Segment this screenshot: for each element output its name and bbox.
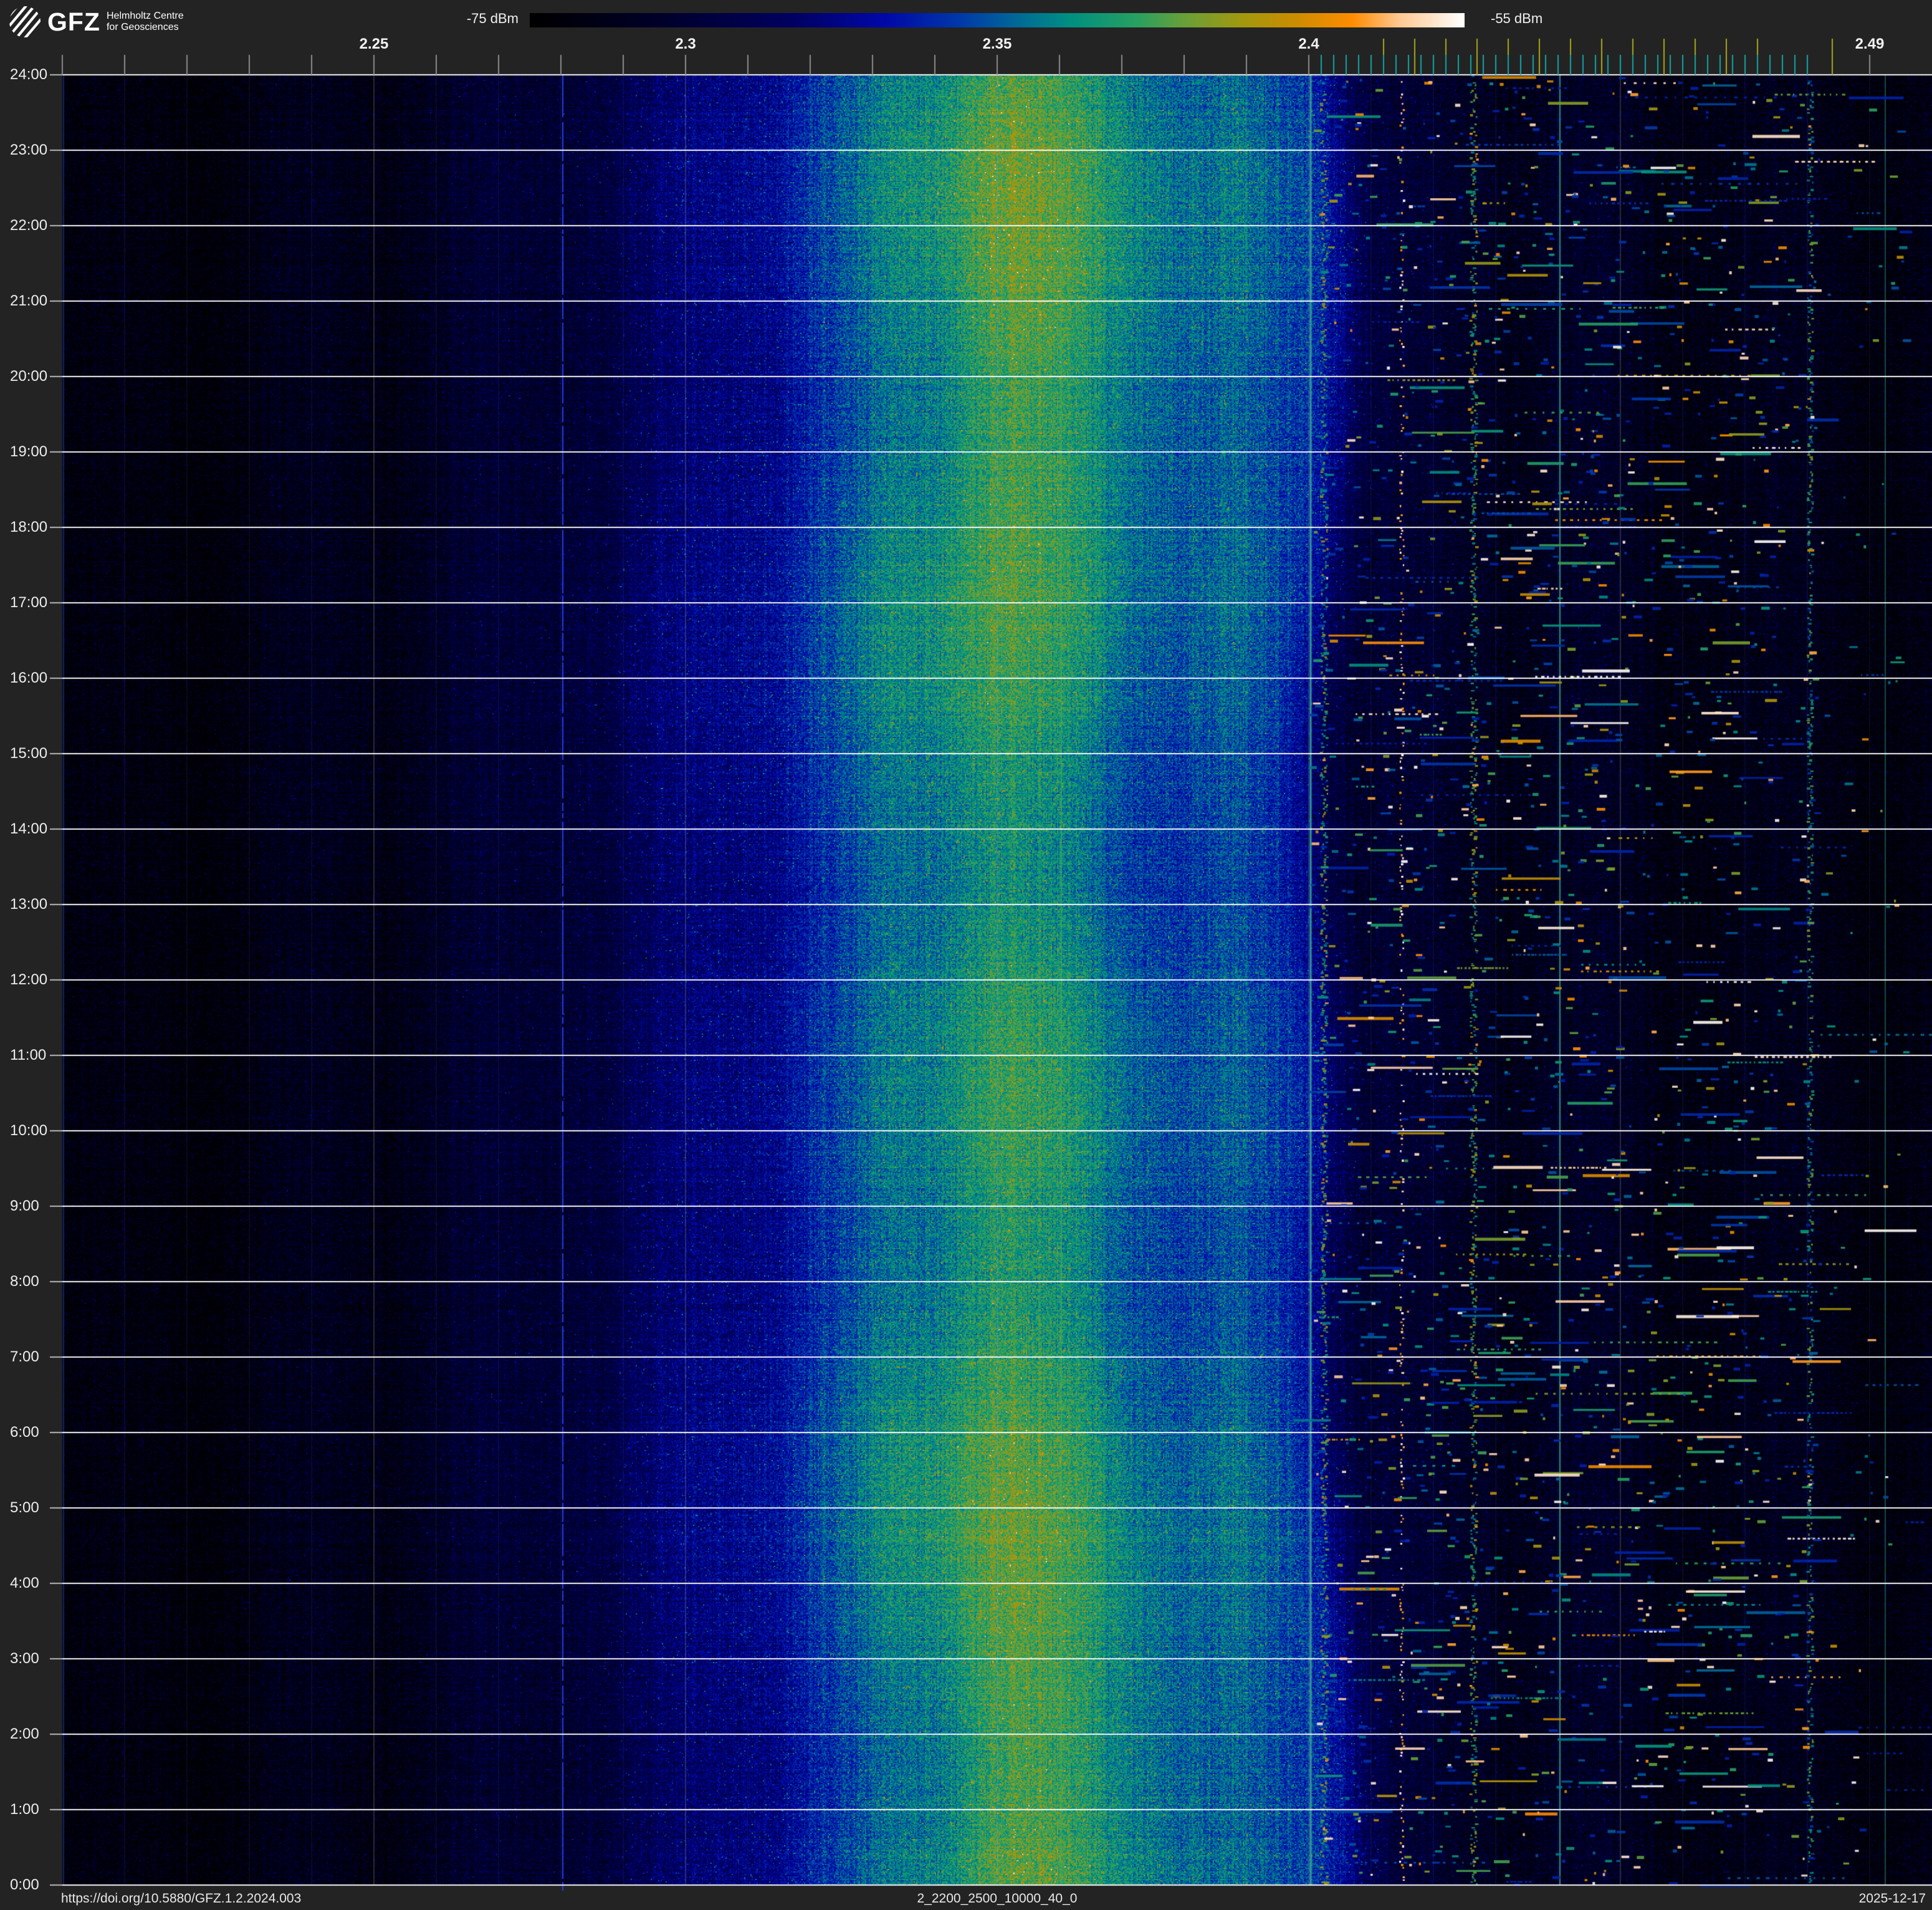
- logo-name-text: Helmholtz Centre for Geosciences: [107, 11, 184, 33]
- freq-axis-label: 2.49: [1855, 36, 1885, 52]
- colorbar-gradient: [530, 13, 1465, 27]
- time-axis-label: 20:00: [10, 368, 48, 385]
- time-axis-label: 17:00: [10, 594, 48, 611]
- time-axis-label: 0:00: [10, 1876, 39, 1893]
- freq-axis-label: 2.25: [359, 36, 389, 52]
- time-axis-label: 4:00: [10, 1575, 39, 1591]
- footer-dataset-id: 2_2200_2500_10000_40_0: [917, 1891, 1078, 1906]
- time-axis-label: 2:00: [10, 1725, 39, 1742]
- time-axis-label: 11:00: [10, 1047, 47, 1063]
- gfz-logo: GFZ Helmholtz Centre for Geosciences: [9, 6, 184, 38]
- colorbar-max-label: -55 dBm: [1491, 11, 1543, 26]
- spectrogram-app: GFZ Helmholtz Centre for Geosciences -75…: [0, 0, 1932, 1910]
- logo-org-text: GFZ: [47, 7, 100, 36]
- time-axis-label: 22:00: [10, 217, 48, 234]
- time-axis-label: 23:00: [10, 142, 48, 158]
- freq-axis-label: 2.4: [1298, 36, 1319, 52]
- spectrogram-canvas: [0, 0, 1932, 1910]
- logo-name-line2: for Geosciences: [106, 22, 179, 32]
- time-axis-label: 13:00: [10, 896, 48, 913]
- time-axis-label: 21:00: [10, 292, 48, 309]
- gfz-logo-icon: [9, 6, 41, 37]
- footer-date: 2025-12-17: [1858, 1891, 1926, 1906]
- time-axis-label: 1:00: [10, 1801, 39, 1818]
- time-axis-label: 19:00: [10, 443, 48, 460]
- logo-name-line1: Helmholtz Centre: [106, 11, 184, 21]
- freq-axis-label: 2.35: [982, 36, 1012, 52]
- time-axis-label: 6:00: [10, 1424, 39, 1441]
- colorbar-min-label: -75 dBm: [466, 11, 519, 26]
- time-axis-label: 9:00: [10, 1197, 39, 1214]
- time-axis-label: 14:00: [10, 820, 48, 837]
- time-axis-label: 5:00: [10, 1499, 39, 1516]
- time-axis-label: 12:00: [10, 971, 48, 988]
- time-axis-label: 8:00: [10, 1273, 39, 1290]
- time-axis-label: 3:00: [10, 1650, 39, 1667]
- time-axis-label: 24:00: [10, 66, 48, 83]
- time-axis-label: 10:00: [10, 1122, 48, 1139]
- time-axis-label: 18:00: [10, 519, 48, 535]
- time-axis-label: 16:00: [10, 669, 48, 686]
- freq-axis-label: 2.3: [675, 36, 696, 52]
- time-axis-label: 7:00: [10, 1348, 39, 1365]
- time-axis-label: 15:00: [10, 745, 48, 762]
